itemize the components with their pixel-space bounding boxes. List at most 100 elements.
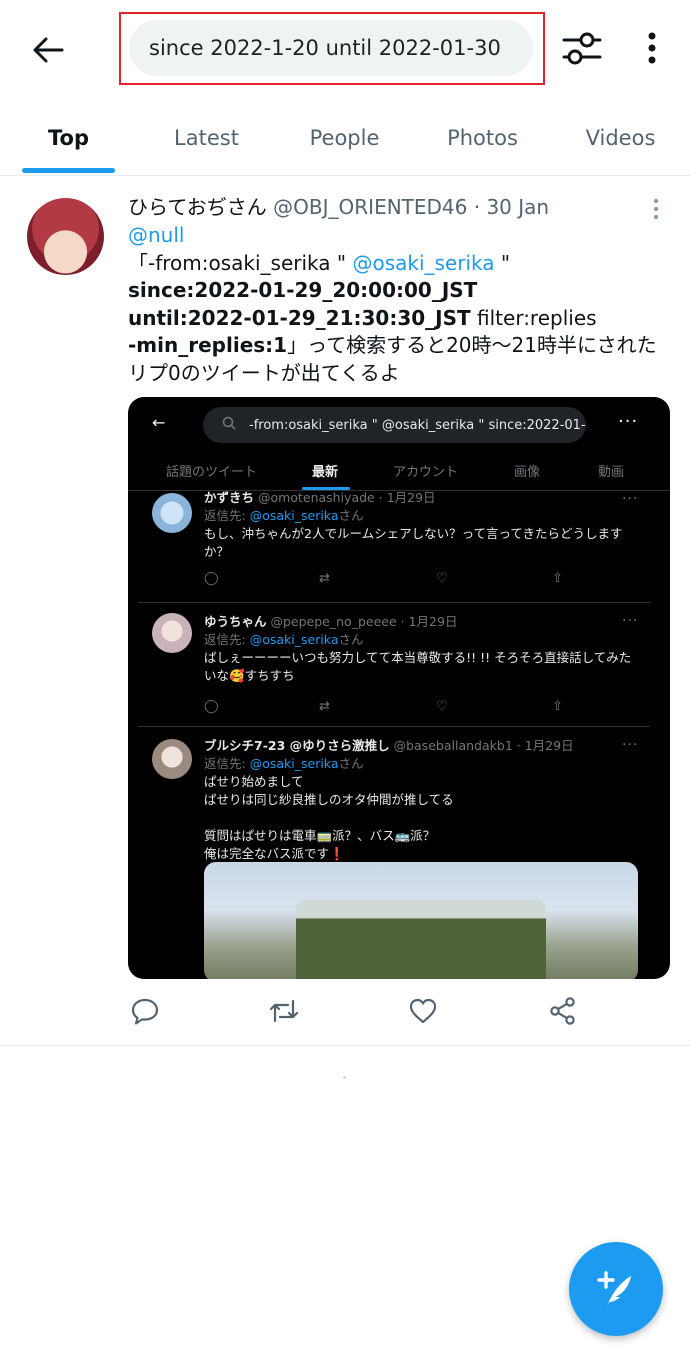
post-photo [204,862,638,979]
author-handle[interactable]: @OBJ_ORIENTED46 [273,195,467,219]
mention-link[interactable]: @null [128,223,184,247]
arrow-left-icon [33,37,64,63]
active-tab-indicator [22,168,115,173]
tweet-image[interactable]: ← -from:osaki_serika " @osaki_serika " s… [128,397,670,979]
share-icon: ⇧ [552,699,563,714]
embedded-tab: 話題のツイート [166,465,258,480]
avatar [152,613,192,653]
search-highlight-box: since 2022-1-20 until 2022-01-30 [119,12,545,85]
post-text-line: か？ [204,544,230,559]
list-item: ··· ゆうちゃん @pepepe_no_peeee · 1月29日 返信先: … [138,603,650,727]
retweet-icon: ⇄ [319,571,330,586]
embedded-top-bar: ← -from:osaki_serika " @osaki_serika " s… [128,397,670,453]
tab-videos[interactable]: Videos [574,100,667,176]
list-item: ··· かずきち @omotenashiyade · 1月29日 返信先: @o… [138,489,650,603]
bus-image [296,900,546,979]
post-handle: @baseballandakb1 [393,738,513,753]
search-tabs: Top Latest People Photos Videos [0,100,690,176]
back-button[interactable] [24,28,72,72]
more-options-button[interactable] [632,24,672,72]
meta-separator: · [378,490,383,505]
reply-to: 返信先: @osaki_serikaさん [204,755,644,773]
compose-tweet-button[interactable] [569,1242,663,1336]
avatar[interactable] [27,198,104,275]
heart-icon [409,998,437,1024]
post-handle: @pepepe_no_peeee [270,614,397,629]
mention-link[interactable]: @osaki_serika [352,251,494,275]
reply-handle: @osaki_serika [249,632,339,647]
tab-photos[interactable]: Photos [436,100,529,176]
reply-handle: @osaki_serika [249,756,339,771]
tab-top[interactable]: Top [22,100,115,176]
sliders-icon [562,32,602,65]
arrow-left-icon: ← [152,413,166,432]
post-text-line: ぱしぇーーーーいつも努力してて本当尊敬する!! !! そろそろ直接話してみた [204,650,632,665]
heart-icon: ♡ [436,699,448,714]
reply-icon: ◯ [204,571,219,586]
text-min-replies: -min_replies:1 [128,333,288,357]
reply-suffix: さん [338,508,364,523]
text-close: " [500,250,511,275]
more-icon: ··· [618,411,639,432]
post-author: かずきち [204,490,255,505]
post-text-line: ぱせりは同じ紗良推しのオタ仲間が推してる [204,792,454,807]
retweet-icon [269,999,299,1023]
post-date: 1月29日 [386,490,436,505]
text-open: 「-from:osaki_serika " [128,250,347,275]
embedded-search: -from:osaki_serika " @osaki_serika " sin… [203,407,586,443]
loading-indicator [343,1076,346,1079]
like-button[interactable] [408,996,442,1030]
embedded-tab: 動画 [598,465,625,480]
reply-prefix: 返信先: [204,632,246,647]
post-content: かずきち @omotenashiyade · 1月29日 返信先: @osaki… [204,489,644,561]
reply-suffix: さん [338,756,364,771]
avatar [152,493,192,533]
reply-icon: ◯ [204,699,219,714]
search-icon [222,416,236,430]
search-filter-button[interactable] [556,24,608,72]
post-text-line: 質問はぱせりは電車🚃派？、バス🚌派？ [204,828,436,843]
post-text-line: 俺は完全なバス派です❗ [204,846,345,861]
reply-to: 返信先: @osaki_serikaさん [204,631,644,649]
tweet-body: ひらておぢさん @OBJ_ORIENTED46 · 30 Jan @null 「… [128,192,673,387]
embedded-tab: 最新 [312,465,339,480]
post-text-line: いな🥰すちすち [204,668,295,683]
heart-icon: ♡ [436,571,448,586]
tweet-date[interactable]: 30 Jan [486,195,549,219]
share-button[interactable] [548,996,582,1030]
post-date: 1月29日 [408,614,458,629]
post-text-line [204,809,644,827]
tab-people[interactable]: People [298,100,391,176]
reply-button[interactable] [130,996,164,1030]
embedded-tab: アカウント [393,465,459,480]
text-since: since:2022-01-29_20:00:00_JST [128,278,478,302]
text-filter: filter:replies [477,305,597,330]
post-author: ブルシチ7-23 @ゆりさら激推し [204,738,390,753]
list-item: ··· ブルシチ7-23 @ゆりさら激推し @baseballandakb1 ·… [138,727,650,979]
retweet-icon: ⇄ [319,699,330,714]
compose-feather-icon [597,1271,631,1306]
tab-latest[interactable]: Latest [160,100,253,176]
post-handle: @omotenashiyade [258,490,375,505]
post-content: ゆうちゃん @pepepe_no_peeee · 1月29日 返信先: @osa… [204,613,644,685]
meta-separator: · [473,195,481,219]
reply-handle: @osaki_serika [249,508,339,523]
reply-to: @null [128,222,673,250]
meta-separator: · [400,614,405,629]
search-input[interactable]: since 2022-1-20 until 2022-01-30 [129,20,533,76]
post-text-line: もし、沖ちゃんが2人でルームシェアしない？って言ってきたらどうします [204,526,623,541]
retweet-button[interactable] [268,996,302,1030]
reply-prefix: 返信先: [204,508,246,523]
post-actions: ◯ ⇄ ♡ ⇧ [204,699,584,717]
share-icon [550,997,575,1025]
reply-to: 返信先: @osaki_serikaさん [204,507,644,525]
top-bar: since 2022-1-20 until 2022-01-30 [0,0,690,100]
tweet-text: 「-from:osaki_serika " @osaki_serika " si… [128,250,673,388]
post-text-line: ぱせり始めまして [204,774,304,789]
embedded-tabs: 話題のツイート 最新 アカウント 画像 動画 [128,453,670,491]
vertical-dots-icon [648,32,656,64]
tweet[interactable]: ひらておぢさん @OBJ_ORIENTED46 · 30 Jan @null 「… [0,178,690,1046]
text-until: until:2022-01-29_21:30:30_JST [128,305,471,330]
meta-separator: · [516,738,521,753]
author-name[interactable]: ひらておぢさん [128,195,267,219]
